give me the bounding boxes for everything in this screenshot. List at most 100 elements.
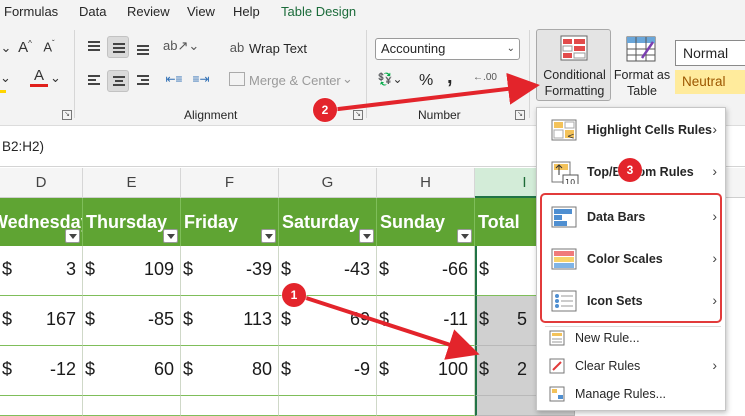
filter-dropdown-icon[interactable] [261, 229, 276, 243]
table-cell[interactable]: $ -11 [377, 296, 475, 346]
table-cell[interactable]: $80 [181, 346, 279, 396]
filter-dropdown-icon[interactable] [457, 229, 472, 243]
alignment-launcher-icon[interactable]: ↘ [353, 110, 363, 120]
percent-style-button[interactable]: % [419, 70, 433, 92]
column-header-h[interactable]: H [377, 168, 475, 198]
table-header-label: Friday [184, 212, 239, 232]
group-separator [74, 30, 75, 118]
format-as-table-icon [626, 36, 656, 62]
table-header-thursday: Thursday [83, 198, 181, 246]
fill-color-dropdown-icon[interactable]: ⌄ [0, 70, 11, 86]
conditional-formatting-label-2: Formatting [544, 84, 605, 98]
tab-table-design[interactable]: Table Design [281, 4, 356, 19]
align-left-icon[interactable] [83, 70, 105, 92]
menu-item-manage-rules[interactable]: Manage Rules... [537, 382, 727, 408]
svg-text:<: < [567, 132, 575, 142]
formula-text[interactable]: B2:H2) [2, 139, 44, 154]
align-right-icon[interactable] [132, 70, 154, 92]
menu-bar: Formulas Data Review View Help Table Des… [0, 0, 745, 24]
table-cell[interactable] [377, 396, 475, 416]
table-cell[interactable]: $ -12 [0, 346, 83, 396]
table-cell[interactable]: $60 [83, 346, 181, 396]
menu-item-label: Clear Rules [575, 359, 641, 373]
font-launcher-icon[interactable]: ↘ [62, 110, 72, 120]
comma-style-button[interactable]: , [447, 66, 453, 88]
table-cell[interactable]: $ -9 [279, 346, 377, 396]
table-header-label: Sunday [380, 212, 446, 232]
chevron-right-icon: › [712, 357, 717, 373]
menu-item-clear-rules[interactable]: Clear Rules › [537, 354, 727, 380]
column-header-g[interactable]: G [279, 168, 377, 198]
tab-data[interactable]: Data [79, 4, 106, 19]
tab-view[interactable]: View [187, 4, 215, 19]
column-header-f[interactable]: F [181, 168, 279, 198]
table-cell[interactable]: $167 [0, 296, 83, 346]
table-header-label: Thursday [86, 212, 168, 232]
filter-dropdown-icon[interactable] [65, 229, 80, 243]
highlight-box [540, 193, 722, 323]
table-cell[interactable] [83, 396, 181, 416]
font-color-dropdown-icon[interactable]: ⌄ [50, 70, 61, 86]
bottom-align-icon[interactable] [132, 36, 154, 58]
table-header-label: Total [478, 212, 520, 232]
step-badge-3: 3 [618, 158, 642, 182]
format-as-table-label-2: Table [627, 84, 657, 98]
tab-review[interactable]: Review [127, 4, 170, 19]
tab-help[interactable]: Help [233, 4, 260, 19]
font-color-icon[interactable]: A [30, 68, 48, 87]
wrap-text-button[interactable]: Wrap Text [249, 38, 307, 60]
menu-item-label: Manage Rules... [575, 387, 667, 401]
top-align-icon[interactable] [83, 36, 105, 58]
column-header-d[interactable]: D [0, 168, 83, 198]
merge-center-button[interactable]: Merge & Center [249, 70, 341, 92]
number-launcher-icon[interactable]: ↘ [515, 110, 525, 120]
table-cell[interactable]: $109 [83, 246, 181, 296]
number-format-dropdown[interactable]: Accounting ⌄ [375, 38, 520, 60]
menu-item-label: Highlight Cells Rules [587, 123, 713, 137]
table-cell[interactable]: $ -85 [83, 296, 181, 346]
fill-color-swatch-icon [0, 90, 6, 93]
highlight-cells-icon: < [551, 119, 577, 142]
format-as-table-label: Format as [613, 68, 671, 82]
table-header-sunday: Sunday [377, 198, 475, 246]
decrease-indent-icon[interactable]: ⇤≡ [163, 72, 185, 86]
merge-center-icon [229, 72, 245, 86]
wrap-text-icon: ab [229, 40, 245, 55]
step-badge-2: 2 [313, 98, 337, 122]
accounting-format-icon[interactable]: 💱⌄ [375, 72, 405, 86]
increase-indent-icon[interactable]: ≡⇥ [190, 72, 212, 86]
table-cell[interactable]: $ -66 [377, 246, 475, 296]
table-cell[interactable]: $3 [0, 246, 83, 296]
filter-dropdown-icon[interactable] [163, 229, 178, 243]
increase-font-size-icon[interactable]: A^ [16, 39, 34, 56]
orientation-icon[interactable]: ab↗⌄ [163, 38, 199, 54]
tab-formulas[interactable]: Formulas [4, 4, 58, 19]
number-group-label: Number [418, 108, 461, 122]
center-align-icon[interactable] [107, 70, 129, 92]
cell-style-normal[interactable]: Normal [675, 40, 745, 66]
cell-style-neutral[interactable]: Neutral [675, 70, 745, 94]
filter-dropdown-icon[interactable] [359, 229, 374, 243]
svg-text:10: 10 [565, 178, 575, 184]
group-separator [366, 30, 367, 118]
table-cell[interactable] [0, 396, 83, 416]
table-cell[interactable]: $100 [377, 346, 475, 396]
table-cell[interactable] [279, 396, 377, 416]
middle-align-icon[interactable] [107, 36, 129, 58]
table-header-friday: Friday [181, 198, 279, 246]
menu-item-label: New Rule... [575, 331, 640, 345]
table-cell[interactable]: $113 [181, 296, 279, 346]
decrease-font-size-icon[interactable]: Aˇ [40, 39, 58, 54]
table-header-wednesday: Wednesday [0, 198, 83, 246]
font-size-dropdown-icon[interactable]: ⌄ [0, 40, 12, 56]
menu-item-highlight-cells-rules[interactable]: < Highlight Cells Rules › [537, 111, 727, 151]
table-cell[interactable] [181, 396, 279, 416]
chevron-right-icon: › [712, 121, 717, 137]
increase-decimal-icon[interactable]: ←.00 [472, 72, 498, 83]
column-header-e[interactable]: E [83, 168, 181, 198]
merge-dropdown-icon[interactable]: ⌄ [342, 71, 353, 87]
conditional-formatting-button[interactable]: Conditional Formatting [536, 29, 611, 101]
table-cell[interactable]: $ -39 [181, 246, 279, 296]
menu-item-new-rule[interactable]: New Rule... [537, 326, 727, 352]
clear-rules-icon [549, 358, 565, 374]
